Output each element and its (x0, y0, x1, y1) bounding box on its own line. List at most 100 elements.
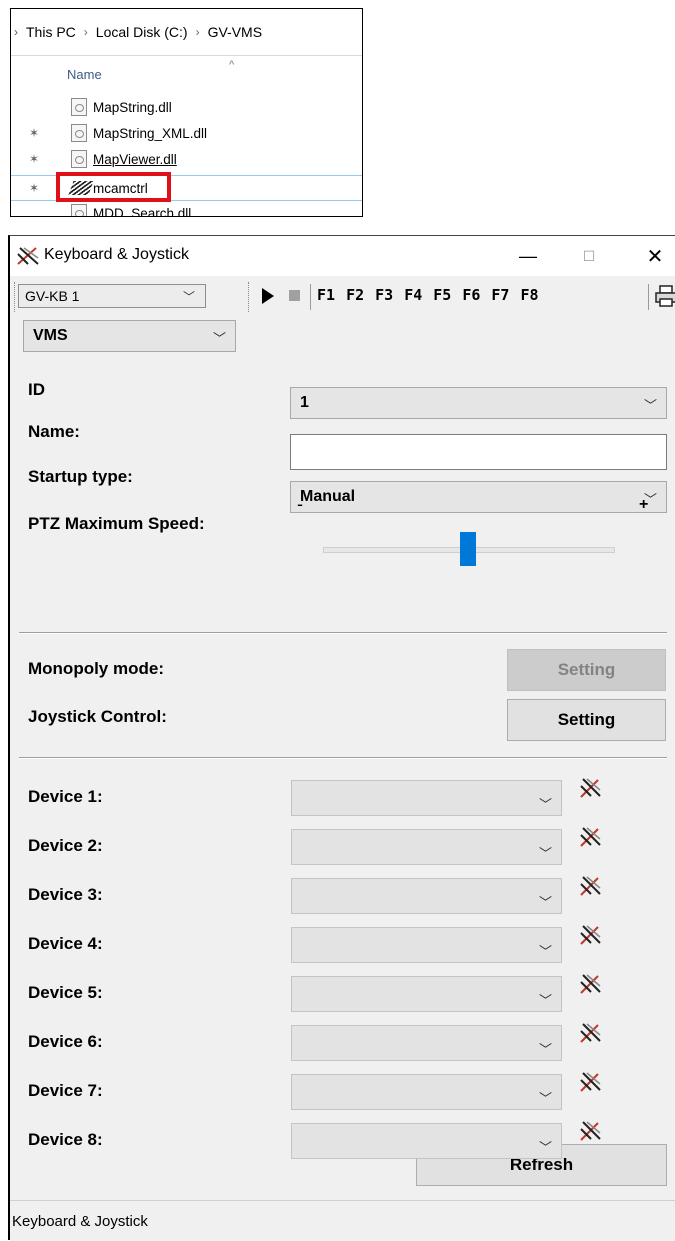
fkey-button-f3[interactable]: F3 (375, 286, 393, 304)
title-bar[interactable]: Keyboard & Joystick — ☐ ✕ (10, 236, 675, 276)
fkey-button-f1[interactable]: F1 (317, 286, 335, 304)
toolbar-separator (310, 284, 311, 310)
breadcrumb-gv-vms[interactable]: GV-VMS (208, 24, 262, 40)
startup-type-value: Manual (300, 488, 356, 505)
device-select[interactable]: ﹀ (291, 976, 562, 1012)
dll-file-icon (71, 204, 87, 216)
chevron-down-icon: ﹀ (538, 895, 552, 910)
file-name: MapString_XML.dll (93, 125, 208, 141)
toolbar-separator (648, 284, 649, 310)
device-select[interactable]: ﹀ (291, 1123, 562, 1159)
device-select[interactable]: ﹀ (291, 1025, 562, 1061)
status-bar: Keyboard & Joystick (10, 1200, 675, 1241)
breadcrumb-chevron-icon: › (14, 25, 18, 39)
monopoly-mode-label: Monopoly mode: (28, 659, 164, 678)
fkey-button-f4[interactable]: F4 (404, 286, 422, 304)
device-label: Device 7: (28, 1081, 103, 1100)
chevron-down-icon: ﹀ (182, 290, 195, 304)
id-select[interactable]: 1 ﹀ (290, 387, 667, 419)
file-name: MapViewer.dll (93, 151, 177, 167)
breadcrumb-local-disk[interactable]: Local Disk (C:) (96, 24, 188, 40)
file-row[interactable]: MapString.dll (11, 95, 362, 119)
device-joystick-icon[interactable] (578, 1070, 602, 1094)
device-joystick-icon[interactable] (578, 874, 602, 898)
ptz-speed-label: PTZ Maximum Speed: (28, 514, 205, 533)
divider (19, 757, 667, 759)
device-joystick-icon[interactable] (578, 1119, 602, 1143)
chevron-down-icon: ﹀ (538, 846, 552, 861)
mode-select[interactable]: VMS ﹀ (23, 320, 236, 352)
dll-file-icon (71, 124, 87, 142)
joystick-control-label: Joystick Control: (28, 707, 167, 726)
device-joystick-icon[interactable] (578, 972, 602, 996)
file-name: MapString.dll (93, 99, 172, 115)
fkey-button-f7[interactable]: F7 (491, 286, 509, 304)
name-field[interactable] (290, 434, 667, 470)
column-header-name[interactable]: Name (67, 67, 102, 82)
mode-select-value: VMS (33, 327, 68, 344)
name-label: Name: (28, 422, 80, 441)
highlight-box (56, 172, 171, 202)
device-label: Device 6: (28, 1032, 103, 1051)
device-select[interactable]: ﹀ (291, 878, 562, 914)
device-select[interactable]: ﹀ (291, 927, 562, 963)
ptz-speed-slider-thumb[interactable] (460, 532, 476, 566)
fkey-button-f8[interactable]: F8 (520, 286, 538, 304)
toolbar-grip[interactable] (14, 282, 17, 312)
breadcrumb-separator-icon: › (83, 25, 88, 39)
pin-icon: ✶ (29, 181, 40, 195)
file-row[interactable]: ✶ MapString_XML.dll (11, 121, 362, 145)
play-icon[interactable] (262, 288, 274, 304)
file-row[interactable]: MDD_Search.dll (11, 201, 362, 217)
window-title: Keyboard & Joystick (44, 246, 189, 263)
chevron-down-icon: ﹀ (538, 1140, 552, 1155)
toolbar: GV-KB 1 ﹀ F1 F2 F3 F4 F5 F6 F7 F8 (10, 276, 675, 316)
minimize-button[interactable]: — (505, 240, 551, 272)
fkey-button-f2[interactable]: F2 (346, 286, 364, 304)
device-label: Device 1: (28, 787, 103, 806)
device-select[interactable]: ﹀ (291, 780, 562, 816)
address-bar[interactable]: › This PC › Local Disk (C:) › GV-VMS (11, 9, 362, 56)
chevron-down-icon: ﹀ (212, 331, 226, 346)
device-select[interactable]: ﹀ (291, 829, 562, 865)
id-label: ID (28, 380, 45, 399)
breadcrumb-separator-icon: › (195, 25, 200, 39)
file-row[interactable]: ✶ MapViewer.dll (11, 147, 362, 171)
printer-icon[interactable] (654, 285, 675, 307)
fkey-button-f6[interactable]: F6 (462, 286, 480, 304)
monopoly-setting-button[interactable]: Setting (507, 649, 666, 691)
device-label: Device 2: (28, 836, 103, 855)
device-label: Device 5: (28, 983, 103, 1002)
ptz-minus-label: - (297, 494, 303, 514)
device-joystick-icon[interactable] (578, 825, 602, 849)
chevron-down-icon: ﹀ (538, 993, 552, 1008)
pin-icon: ✶ (29, 126, 40, 140)
function-keys: F1 F2 F3 F4 F5 F6 F7 F8 (317, 286, 539, 304)
close-button[interactable]: ✕ (632, 240, 675, 272)
toolbar-grip[interactable] (248, 282, 251, 312)
joystick-setting-button[interactable]: Setting (507, 699, 666, 741)
startup-type-select[interactable]: Manual ﹀ (290, 481, 667, 513)
dll-file-icon (71, 150, 87, 168)
explorer-snippet: › This PC › Local Disk (C:) › GV-VMS ^ N… (10, 8, 363, 217)
divider (19, 632, 667, 634)
ptz-plus-label: + (639, 496, 649, 513)
id-select-value: 1 (300, 394, 309, 411)
keyboard-select-value: GV-KB 1 (25, 288, 80, 304)
stop-icon[interactable] (289, 290, 300, 301)
pin-icon: ✶ (29, 152, 40, 166)
breadcrumb-this-pc[interactable]: This PC (26, 24, 76, 40)
device-joystick-icon[interactable] (578, 776, 602, 800)
device-joystick-icon[interactable] (578, 923, 602, 947)
keyboard-select[interactable]: GV-KB 1 ﹀ (18, 284, 206, 308)
file-name: MDD_Search.dll (93, 205, 192, 217)
maximize-button[interactable]: ☐ (566, 240, 612, 272)
device-select[interactable]: ﹀ (291, 1074, 562, 1110)
chevron-down-icon: ﹀ (643, 398, 657, 413)
device-label: Device 8: (28, 1130, 103, 1149)
startup-type-label: Startup type: (28, 467, 133, 486)
device-label: Device 3: (28, 885, 103, 904)
device-joystick-icon[interactable] (578, 1021, 602, 1045)
dll-file-icon (71, 98, 87, 116)
fkey-button-f5[interactable]: F5 (433, 286, 451, 304)
